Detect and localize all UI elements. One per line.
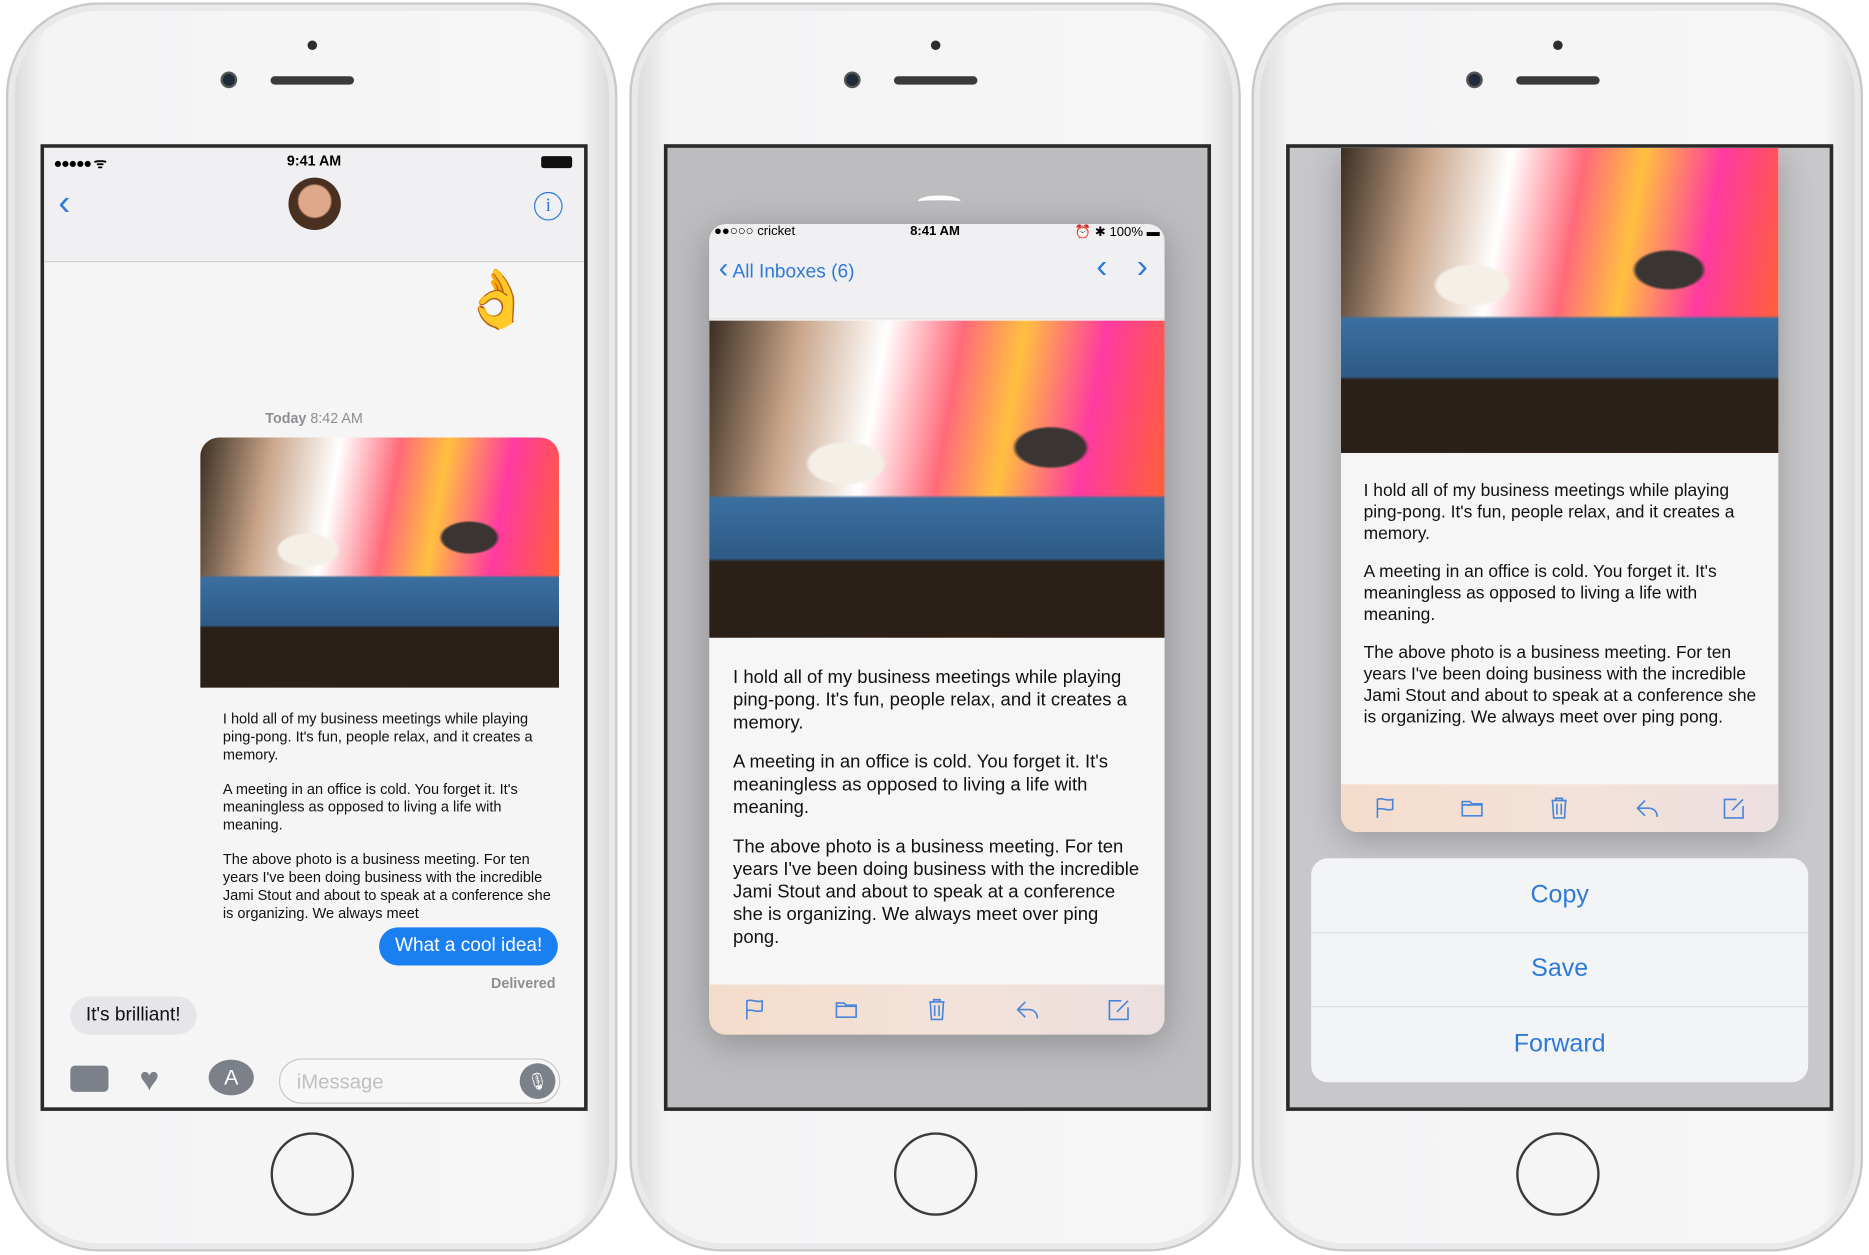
swipe-up-chevron-icon[interactable] [917, 195, 961, 207]
proximity-sensor [1552, 40, 1563, 51]
speaker [1515, 76, 1600, 85]
battery: ⏰ ✱ 100% ▬ [1074, 225, 1160, 240]
microphone-icon[interactable]: 🎙 [519, 1063, 556, 1099]
flag-icon[interactable] [742, 996, 768, 1022]
message-photo[interactable] [200, 437, 560, 688]
front-camera [220, 71, 238, 89]
front-camera [843, 71, 861, 89]
phone-mail-peek: ●●○○○ cricket 8:41 AM ⏰ ✱ 100% ▬ ‹ All I… [629, 2, 1241, 1252]
compose-icon[interactable] [1721, 795, 1747, 821]
imessage-input[interactable]: iMessage 🎙 [278, 1058, 561, 1104]
front-camera [1466, 71, 1483, 89]
message-timestamp: Today 8:42 AM [265, 410, 363, 427]
email-photo[interactable] [709, 320, 1165, 638]
peek-actions-sheet: Copy Save Forward [1311, 858, 1809, 1083]
camera-icon[interactable] [70, 1065, 109, 1092]
received-message-bubble[interactable]: It's brilliant! [70, 996, 197, 1035]
messages-nav-bar: ●●●●● ᯤ 9:41 AM ‹ i [44, 147, 585, 263]
trash-icon[interactable] [1547, 795, 1573, 821]
sent-message-bubble[interactable]: What a cool idea! [379, 927, 558, 966]
home-button[interactable] [1515, 1132, 1600, 1216]
mail-peek-card[interactable]: ●●○○○ cricket 8:41 AM ⏰ ✱ 100% ▬ ‹ All I… [709, 224, 1165, 1035]
previous-message-icon[interactable]: ‹ [1096, 248, 1107, 286]
app-store-icon[interactable]: A [208, 1059, 254, 1096]
reply-icon[interactable] [1634, 795, 1660, 821]
back-chevron-icon: ‹ [718, 252, 729, 285]
mail-peek-screen: ●●○○○ cricket 8:41 AM ⏰ ✱ 100% ▬ ‹ All I… [663, 144, 1212, 1111]
proximity-sensor [930, 40, 940, 51]
imessage-placeholder: iMessage [296, 1070, 384, 1094]
trash-icon[interactable] [924, 996, 950, 1022]
message-text: I hold all of my business meetings while… [222, 710, 551, 922]
mail-toolbar [709, 984, 1165, 1035]
delivered-label: Delivered [491, 975, 556, 992]
battery-icon [541, 156, 573, 169]
status-time: 8:41 AM [910, 224, 960, 239]
folder-icon[interactable] [833, 996, 859, 1022]
speaker [269, 76, 354, 85]
ok-hand-sticker: 👌 [461, 268, 533, 332]
status-time: 9:41 AM [286, 152, 342, 170]
messages-screen: ●●●●● ᯤ 9:41 AM ‹ i 👌 Today 8:42 AM I ho… [40, 144, 588, 1111]
compose-icon[interactable] [1106, 996, 1132, 1022]
folder-icon[interactable] [1459, 795, 1485, 821]
email-body: I hold all of my business meetings while… [733, 667, 1140, 948]
mail-toolbar [1340, 784, 1779, 832]
reply-icon[interactable] [1015, 996, 1041, 1022]
phone-messages: ●●●●● ᯤ 9:41 AM ‹ i 👌 Today 8:42 AM I ho… [5, 2, 618, 1252]
next-message-icon[interactable]: › [1137, 248, 1148, 286]
flag-icon[interactable] [1372, 795, 1398, 821]
copy-action[interactable]: Copy [1311, 858, 1809, 933]
email-body: I hold all of my business meetings while… [1363, 481, 1757, 728]
save-action[interactable]: Save [1311, 933, 1809, 1008]
home-button[interactable] [893, 1132, 977, 1216]
email-photo[interactable] [1340, 147, 1779, 453]
contact-avatar[interactable] [288, 177, 341, 231]
forward-action[interactable]: Forward [1311, 1007, 1808, 1082]
info-icon[interactable]: i [533, 191, 563, 221]
proximity-sensor [306, 40, 317, 51]
mail-nav-bar: ●●○○○ cricket 8:41 AM ⏰ ✱ 100% ▬ ‹ All I… [709, 224, 1165, 320]
back-chevron-icon[interactable]: ‹ [58, 184, 70, 225]
back-to-inboxes-button[interactable]: ‹ All Inboxes (6) [719, 253, 855, 286]
digital-touch-icon[interactable]: ♥ [139, 1061, 159, 1099]
status-bar: ●●○○○ cricket 8:41 AM ⏰ ✱ 100% ▬ [714, 224, 1160, 239]
mail-peek-card[interactable]: I hold all of my business meetings while… [1340, 147, 1779, 832]
carrier: ●●○○○ cricket [713, 224, 796, 239]
status-bar: ●●●●● ᯤ 9:41 AM [44, 153, 584, 177]
mail-actions-screen: I hold all of my business meetings while… [1286, 144, 1834, 1111]
speaker [893, 76, 977, 85]
phone-mail-actions: I hold all of my business meetings while… [1251, 2, 1864, 1252]
home-button[interactable] [269, 1132, 354, 1216]
